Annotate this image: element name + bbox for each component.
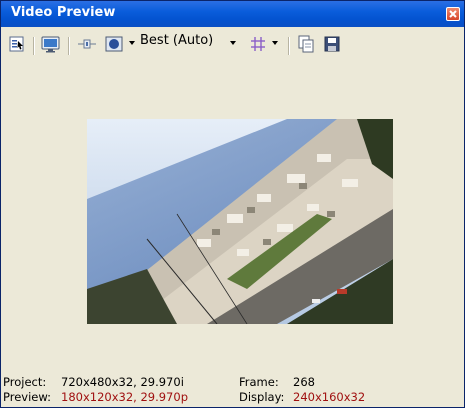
copy-icon <box>298 35 314 53</box>
display-value: 240x160x32 <box>293 390 366 404</box>
status-bar: Project: 720x480x32, 29.970i Preview: 180x… <box>1 373 464 407</box>
copy-snapshot-button[interactable] <box>297 35 317 55</box>
monitor-icon <box>41 36 60 53</box>
close-button[interactable] <box>446 7 460 21</box>
toolbar-separator <box>33 37 34 55</box>
preview-value: 180x120x32, 29.970p <box>61 390 188 404</box>
video-preview-window: Video Preview Best (Auto) Project: 720x4… <box>0 0 465 408</box>
overlays-button[interactable] <box>105 35 125 55</box>
grid-icon <box>251 37 265 51</box>
grid-dropdown-arrow[interactable] <box>272 41 278 45</box>
split-screen-icon <box>78 39 96 49</box>
close-icon <box>449 10 457 18</box>
quality-dropdown-arrow[interactable] <box>230 41 236 45</box>
save-snapshot-button[interactable] <box>323 35 343 55</box>
preview-quality-dropdown[interactable]: Best (Auto) <box>140 33 213 48</box>
toolbar-separator <box>288 37 289 55</box>
overlays-dropdown-arrow[interactable] <box>129 41 135 45</box>
status-row-preview: Preview: 180x120x32, 29.970p <box>3 390 188 404</box>
frame-value: 268 <box>293 375 315 389</box>
title-bar[interactable]: Video Preview <box>1 1 464 27</box>
properties-icon <box>9 36 24 52</box>
video-frame <box>87 119 393 324</box>
window-title: Video Preview <box>11 5 116 20</box>
video-frame-image <box>87 119 393 324</box>
external-monitor-button[interactable] <box>41 35 61 55</box>
grid-button[interactable] <box>249 35 267 55</box>
project-value: 720x480x32, 29.970i <box>61 375 184 389</box>
video-properties-button[interactable] <box>9 35 27 55</box>
toolbar-separator <box>68 37 69 55</box>
status-row-project: Project: 720x480x32, 29.970i <box>3 375 184 389</box>
project-label: Project: <box>3 375 47 389</box>
status-row-frame: Frame: 268 <box>239 375 315 389</box>
display-label: Display: <box>239 390 285 404</box>
toolbar: Best (Auto) <box>1 29 464 61</box>
save-icon <box>324 36 340 52</box>
frame-label: Frame: <box>239 375 279 389</box>
split-screen-button[interactable] <box>77 35 97 55</box>
preview-label: Preview: <box>3 390 52 404</box>
preview-area <box>1 61 464 371</box>
status-row-display: Display: 240x160x32 <box>239 390 365 404</box>
overlays-icon <box>105 36 123 52</box>
